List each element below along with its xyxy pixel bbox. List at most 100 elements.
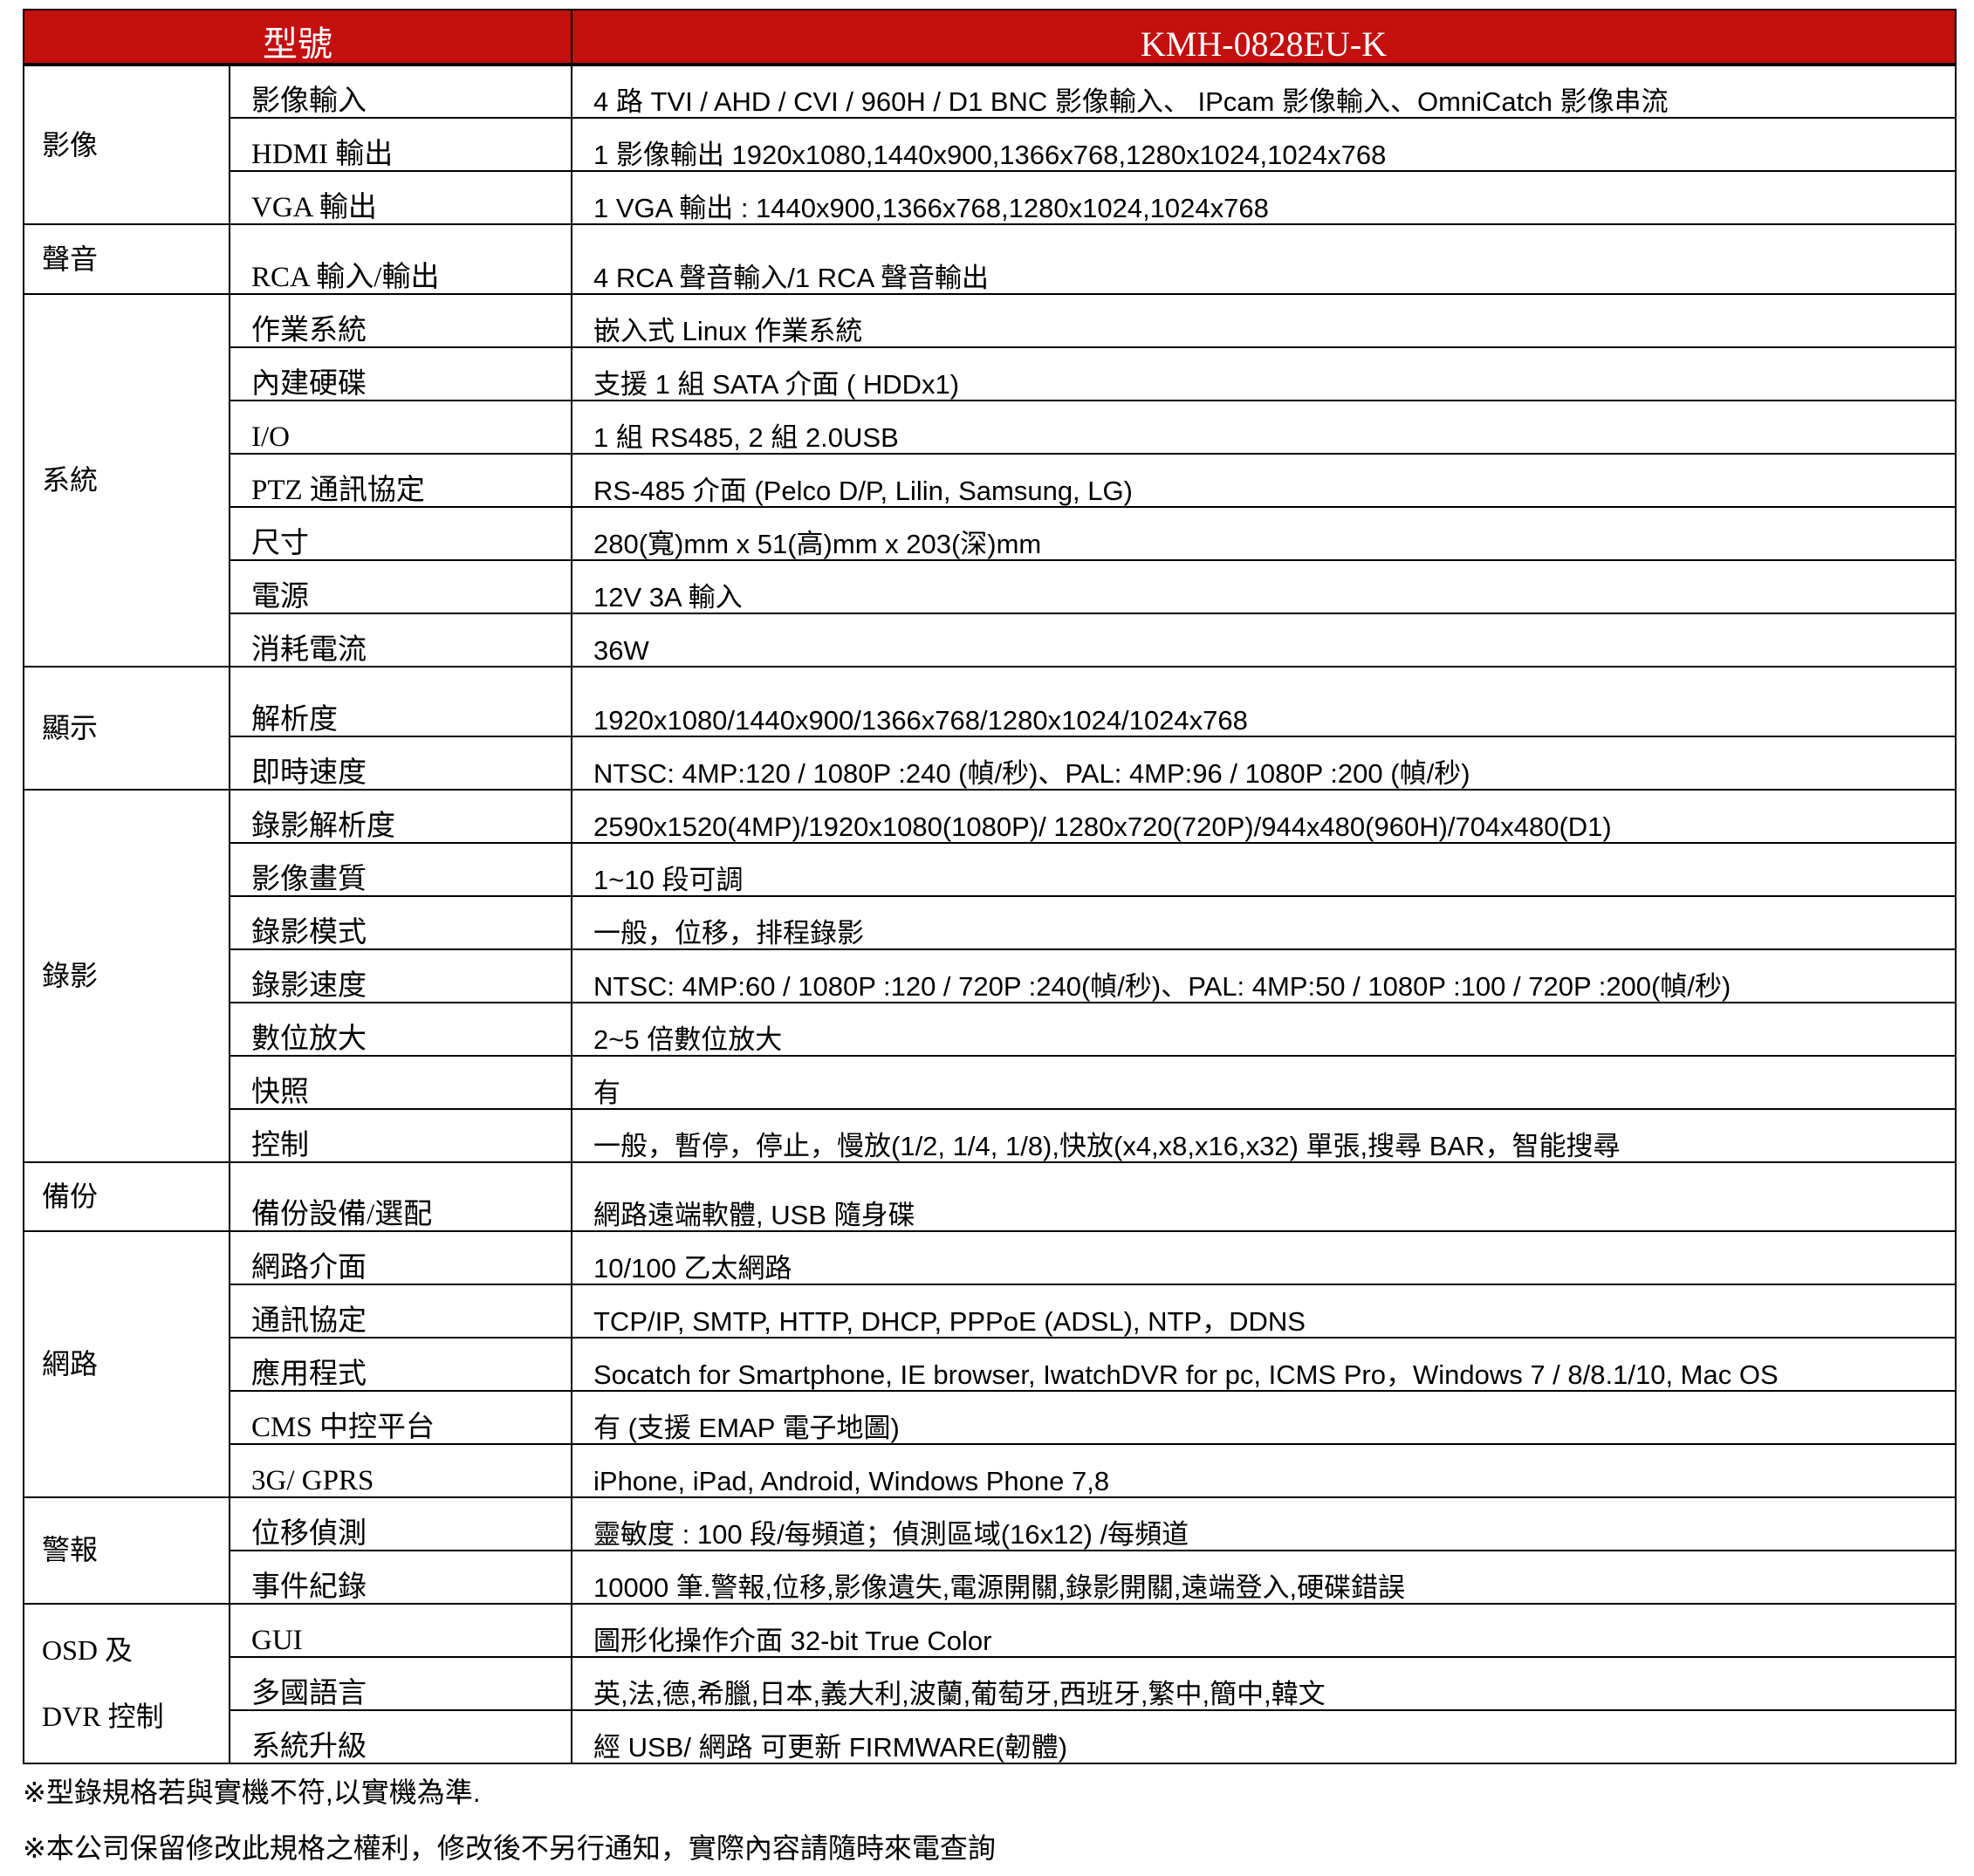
feature-value: 有	[571, 1055, 1957, 1110]
feature-value: 一般，位移，排程錄影	[571, 895, 1957, 950]
feature-label: 多國語言	[229, 1655, 572, 1711]
feature-value: 36W	[571, 613, 1957, 668]
feature-label: 即時速度	[229, 736, 572, 791]
table-row: 事件紀錄 10000 筆.警報,位移,影像遺失,電源開關,錄影開關,遠端登入,硬碟…	[24, 1549, 1957, 1605]
table-row: 即時速度 NTSC: 4MP:120 / 1080P :240 (幀/秒)、PAL…	[24, 736, 1957, 791]
feature-value: 10/100 乙太網路	[571, 1229, 1957, 1285]
category-cell: 備份	[23, 1161, 230, 1232]
table-row: CMS 中控平台有 (支援 EMAP 電子地圖)	[24, 1389, 1957, 1445]
feature-label: 3G/ GPRS	[229, 1442, 572, 1498]
table-row: 聲音 RCA 輸入/輸出 4 RCA 聲音輸入/1 RCA 聲音輸出	[23, 223, 1957, 295]
category-cell: OSD 及 DVR 控制	[23, 1602, 230, 1764]
table-row: 錄影模式 一般，位移，排程錄影	[24, 895, 1957, 950]
feature-label: 電源	[229, 559, 572, 614]
feature-value: 有 (支援 EMAP 電子地圖)	[571, 1389, 1957, 1445]
feature-value: 2590x1520(4MP)/1920x1080(1080P)/ 1280x72…	[571, 789, 1957, 844]
feature-label: 備份設備/選配	[229, 1161, 572, 1232]
spec-body: 影像 影像輸入 4 路 TVI / AHD / CVI / 960H / D1 BN…	[23, 64, 1957, 1764]
feature-value: 1 組 RS485, 2 組 2.0USB	[571, 400, 1957, 455]
feature-value: 1920x1080/1440x900/1366x768/1280x1024/10…	[571, 666, 1957, 737]
feature-label: I/O	[229, 400, 572, 455]
category-label: 備份	[42, 1181, 99, 1212]
table-row: 系統升級經 USB/ 網路 可更新 FIRMWARE(韌體)	[24, 1708, 1957, 1764]
category-cell: 影像	[23, 64, 230, 225]
table-row: 影像 影像輸入 4 路 TVI / AHD / CVI / 960H / D1 BN…	[23, 64, 1957, 225]
table-row: 錄影 錄影解析度 2590x1520(4MP)/1920x1080(1080P)/ …	[23, 789, 1957, 1163]
feature-value: TCP/IP, SMTP, HTTP, DHCP, PPPoE (ADSL), …	[571, 1283, 1957, 1339]
table-row: 備份 備份設備/選配 網路遠端軟體, USB 隨身碟	[23, 1161, 1957, 1232]
category-label: 顯示	[42, 712, 99, 744]
model-label: 型號	[23, 9, 572, 66]
feature-label: VGA 輸出	[229, 170, 572, 225]
table-row: 顯示 解析度 1920x1080/1440x900/1366x768/1280x10…	[23, 666, 1957, 791]
table-row: 警報 位移偵測 靈敏度 : 100 段/每頻道；偵測區域(16x12) /每頻道	[23, 1496, 1957, 1605]
table-row: 尺寸 280(寬)mm x 51(高)mm x 203(深)mm	[24, 506, 1957, 561]
feature-label: 尺寸	[229, 506, 572, 561]
table-row: 應用程式 Socatch for Smartphone, IE browser, …	[24, 1336, 1957, 1392]
feature-label: 應用程式	[229, 1336, 572, 1392]
table-row: VGA 輸出 1 VGA 輸出 : 1440x900,1366x768,1280x…	[24, 170, 1957, 225]
table-row: 影像畫質 1~10 段可調	[24, 842, 1957, 897]
category-cell: 顯示	[23, 666, 230, 791]
feature-value: 2~5 倍數位放大	[571, 1002, 1957, 1057]
feature-value: 支援 1 組 SATA 介面 ( HDDx1)	[571, 346, 1957, 401]
feature-value: 網路遠端軟體, USB 隨身碟	[571, 1161, 1957, 1232]
footnotes: ※型錄規格若與實機不符,以實機為準. ※本公司保留修改此規格之權利，修改後不另行…	[23, 1764, 996, 1876]
table-row: 快照有	[24, 1055, 1957, 1110]
feature-label: 作業系統	[229, 293, 572, 348]
feature-value: 靈敏度 : 100 段/每頻道；偵測區域(16x12) /每頻道	[571, 1496, 1957, 1551]
category-cell: 警報	[23, 1496, 230, 1605]
category-cell: 聲音	[23, 223, 230, 295]
table-row: 控制 一般，暫停，停止，慢放(1/2, 1/4, 1/8),快放(x4,x8,x1…	[24, 1108, 1957, 1163]
feature-label: 數位放大	[229, 1002, 572, 1057]
category-label: DVR 控制	[42, 1701, 164, 1733]
feature-value: 英,法,德,希臘,日本,義大利,波蘭,葡萄牙,西班牙,繁中,簡中,韓文	[571, 1655, 1957, 1711]
category-label: 聲音	[42, 243, 99, 275]
table-row: PTZ 通訊協定 RS-485 介面 (Pelco D/P, Lilin, Sam…	[24, 453, 1957, 508]
table-row: OSD 及 DVR 控制 GUI 圖形化操作介面 32-bit True Color	[23, 1602, 1957, 1764]
feature-value: 10000 筆.警報,位移,影像遺失,電源開關,錄影開關,遠端登入,硬碟錯誤	[571, 1549, 1957, 1605]
feature-value: 1 VGA 輸出 : 1440x900,1366x768,1280x1024,1…	[571, 170, 1957, 225]
table-row: 消耗電流 36W	[24, 613, 1957, 668]
feature-value: 經 USB/ 網路 可更新 FIRMWARE(韌體)	[571, 1708, 1957, 1764]
feature-label: 快照	[229, 1055, 572, 1110]
table-row: 網路 網路介面 10/100 乙太網路	[23, 1229, 1957, 1498]
feature-label: 控制	[229, 1108, 572, 1163]
feature-value: iPhone, iPad, Android, Windows Phone 7,8	[571, 1442, 1957, 1498]
feature-value: 一般，暫停，停止，慢放(1/2, 1/4, 1/8),快放(x4,x8,x16,…	[571, 1108, 1957, 1163]
table-row: HDMI 輸出 1 影像輸出 1920x1080,1440x900,1366x76…	[24, 117, 1957, 172]
feature-value: NTSC: 4MP:60 / 1080P :120 / 720P :240(幀/…	[571, 948, 1957, 1003]
category-cell: 錄影	[23, 789, 230, 1163]
feature-label: 影像畫質	[229, 842, 572, 897]
feature-label: GUI	[229, 1602, 572, 1658]
footnote: ※本公司保留修改此規格之權利，修改後不另行通知，實際內容請隨時來電查詢	[23, 1832, 996, 1864]
feature-label: 事件紀錄	[229, 1549, 572, 1605]
feature-value: 4 路 TVI / AHD / CVI / 960H / D1 BNC 影像輸入…	[571, 64, 1957, 119]
table-row: 3G/ GPRS iPhone, iPad, Android, Windows P…	[24, 1442, 1957, 1498]
category-label: 警報	[42, 1534, 99, 1566]
feature-label: 錄影模式	[229, 895, 572, 950]
feature-label: 解析度	[229, 666, 572, 737]
header-row: 型號 KMH-0828EU-K	[23, 9, 1957, 66]
feature-label: RCA 輸入/輸出	[229, 223, 572, 295]
category-label: 影像	[42, 128, 99, 161]
feature-label: 錄影速度	[229, 948, 572, 1003]
feature-label: HDMI 輸出	[229, 117, 572, 172]
feature-value: NTSC: 4MP:120 / 1080P :240 (幀/秒)、PAL: 4M…	[571, 736, 1957, 791]
feature-label: PTZ 通訊協定	[229, 453, 572, 508]
feature-value: 280(寬)mm x 51(高)mm x 203(深)mm	[571, 506, 1957, 561]
feature-label: 錄影解析度	[229, 789, 572, 844]
model-number: KMH-0828EU-K	[571, 9, 1957, 66]
spec-table: 型號 KMH-0828EU-K 影像 影像輸入 4 路 TVI / AHD / CV…	[23, 9, 1957, 1764]
feature-label: 影像輸入	[229, 64, 572, 119]
feature-label: 通訊協定	[229, 1283, 572, 1339]
table-row: 系統 作業系統 嵌入式 Linux 作業系統	[23, 293, 1957, 668]
table-row: 通訊協定 TCP/IP, SMTP, HTTP, DHCP, PPPoE (ADS…	[24, 1283, 1957, 1339]
category-label: OSD 及	[42, 1633, 134, 1666]
table-row: 錄影速度 NTSC: 4MP:60 / 1080P :120 / 720P :24…	[24, 948, 1957, 1003]
feature-value: 1 影像輸出 1920x1080,1440x900,1366x768,1280x…	[571, 117, 1957, 172]
feature-label: 消耗電流	[229, 613, 572, 668]
table-row: 內建硬碟 支援 1 組 SATA 介面 ( HDDx1)	[24, 346, 1957, 401]
table-row: 數位放大 2~5 倍數位放大	[24, 1002, 1957, 1057]
feature-value: 嵌入式 Linux 作業系統	[571, 293, 1957, 348]
